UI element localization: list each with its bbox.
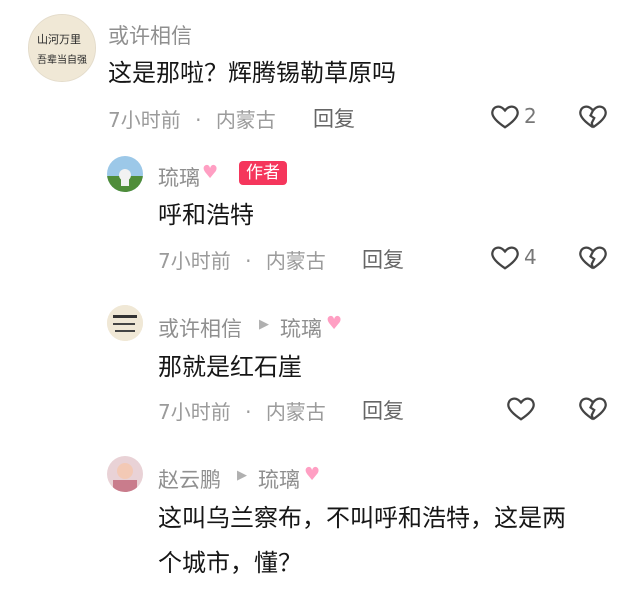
pink-heart-icon: ♥ bbox=[326, 313, 343, 334]
comment-time: 7小时前 bbox=[158, 249, 231, 273]
reply-button[interactable]: 回复 bbox=[362, 244, 404, 274]
avatar-image bbox=[107, 456, 143, 492]
comment-text: 呼和浩特 bbox=[158, 201, 254, 229]
comment-text: 这是那啦？辉腾锡勒草原吗 bbox=[108, 59, 396, 87]
heart-outline-icon[interactable] bbox=[490, 242, 520, 272]
reply-to-user[interactable]: 琉璃 bbox=[280, 313, 322, 343]
pink-heart-icon: ♥ bbox=[202, 162, 219, 183]
comment-time: 7小时前 bbox=[158, 400, 231, 424]
avatar[interactable] bbox=[107, 305, 143, 341]
comment-time: 7小时前 bbox=[108, 108, 181, 132]
heart-outline-icon[interactable] bbox=[506, 393, 536, 423]
avatar-image bbox=[107, 156, 143, 192]
comment-meta: 7小时前 · 内蒙古 bbox=[158, 396, 326, 425]
reply-button[interactable]: 回复 bbox=[313, 103, 355, 133]
comment-text-line: 个城市，懂？ bbox=[158, 549, 302, 577]
triangle-right-icon: ▶ bbox=[237, 468, 247, 483]
reply-to-user[interactable]: 琉璃 bbox=[258, 464, 300, 494]
meta-separator: · bbox=[195, 108, 202, 132]
avatar[interactable] bbox=[107, 456, 143, 492]
comment-author[interactable]: 琉璃 bbox=[158, 162, 200, 192]
comment-location: 内蒙古 bbox=[265, 400, 326, 424]
calligraphy-avatar-image bbox=[107, 305, 143, 341]
calligraphy-avatar-image: 山河万里 吾辈当自强 bbox=[29, 15, 95, 81]
comment-location: 内蒙古 bbox=[265, 249, 326, 273]
svg-text:吾辈当自强: 吾辈当自强 bbox=[37, 53, 87, 66]
svg-text:山河万里: 山河万里 bbox=[37, 33, 81, 46]
avatar[interactable] bbox=[107, 156, 143, 192]
meta-separator: · bbox=[245, 249, 252, 273]
comment-author[interactable]: 赵云鹏 bbox=[158, 464, 221, 494]
comment-location: 内蒙古 bbox=[215, 108, 276, 132]
comment-author[interactable]: 或许相信 bbox=[108, 20, 192, 50]
like-count: 4 bbox=[524, 245, 537, 269]
broken-heart-icon[interactable] bbox=[578, 101, 608, 131]
comment-text: 那就是红石崖 bbox=[158, 353, 302, 381]
broken-heart-icon[interactable] bbox=[578, 242, 608, 272]
like-count: 2 bbox=[524, 104, 537, 128]
triangle-right-icon: ▶ bbox=[259, 317, 269, 332]
author-badge: 作者 bbox=[239, 161, 287, 185]
reply-button[interactable]: 回复 bbox=[362, 395, 404, 425]
heart-outline-icon[interactable] bbox=[490, 101, 520, 131]
comment-text-line: 这叫乌兰察布，不叫呼和浩特，这是两 bbox=[158, 504, 566, 532]
pink-heart-icon: ♥ bbox=[304, 464, 321, 485]
avatar[interactable]: 山河万里 吾辈当自强 bbox=[28, 14, 96, 82]
broken-heart-icon[interactable] bbox=[578, 393, 608, 423]
comment-meta: 7小时前 · 内蒙古 bbox=[108, 104, 276, 133]
meta-separator: · bbox=[245, 400, 252, 424]
comment-meta: 7小时前 · 内蒙古 bbox=[158, 245, 326, 274]
comment-author[interactable]: 或许相信 bbox=[158, 313, 242, 343]
